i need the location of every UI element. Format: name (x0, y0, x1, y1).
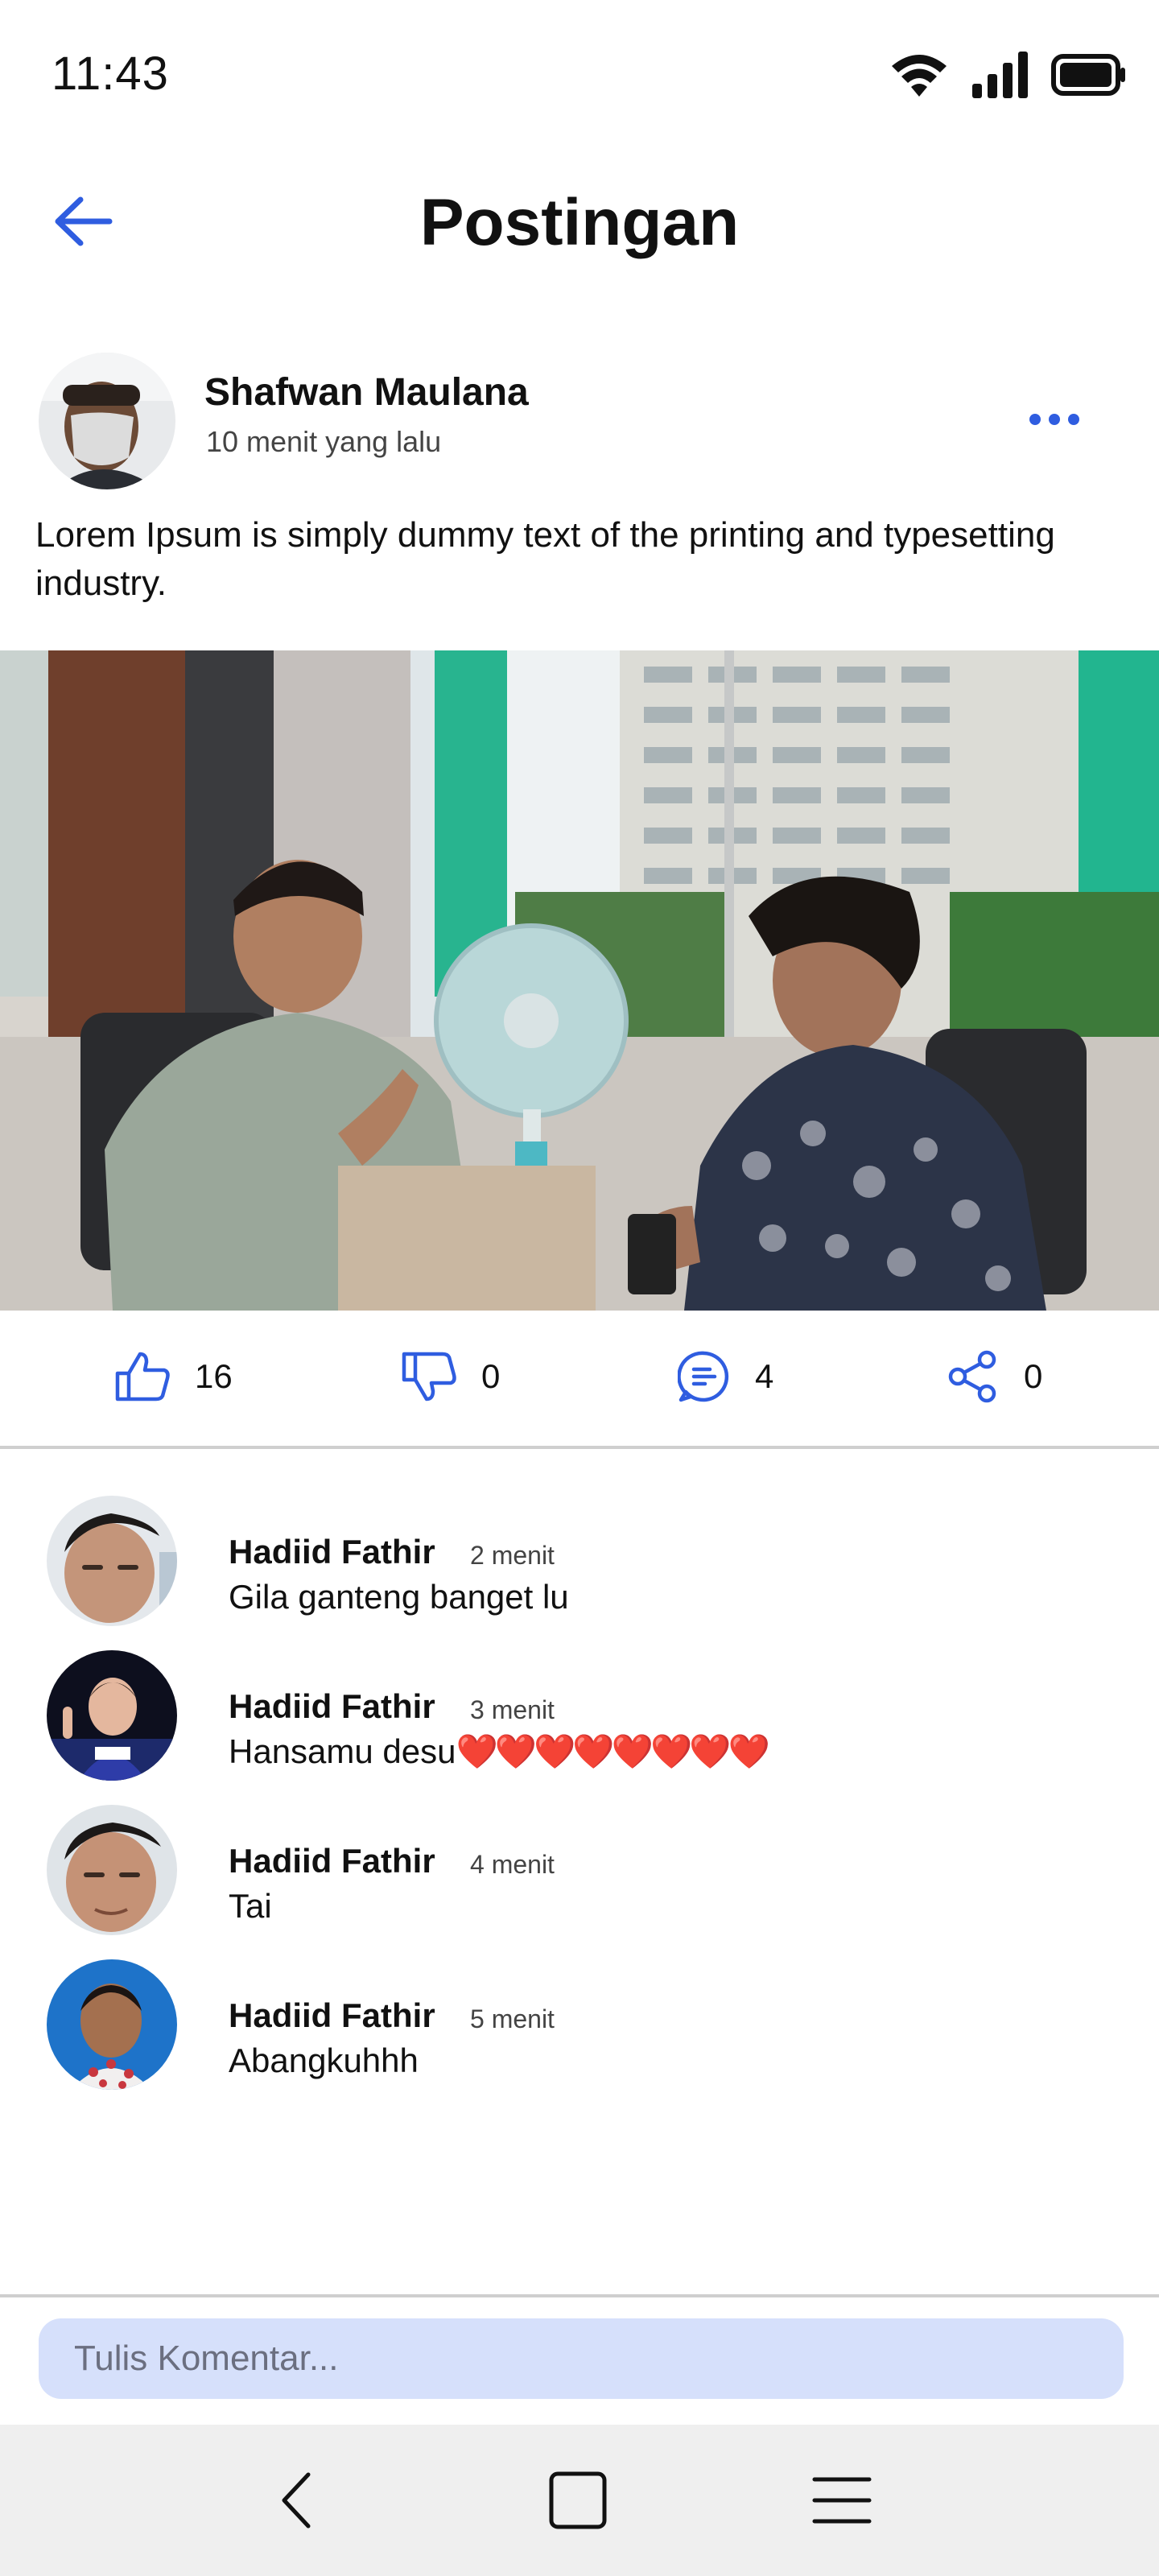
status-icons (889, 47, 1127, 103)
header: Postingan (0, 153, 1159, 290)
comment-text: Abangkuhhh (229, 2041, 419, 2079)
comment-time: 5 menit (470, 2004, 555, 2033)
nav-home-button[interactable] (538, 2460, 618, 2541)
share-icon (948, 1350, 996, 1403)
comment-count: 4 (755, 1357, 774, 1395)
commenter-avatar[interactable] (47, 1650, 177, 1781)
wifi-icon (892, 55, 947, 97)
commenter-avatar[interactable] (47, 1959, 177, 2090)
comment-icon (678, 1351, 729, 1402)
divider (0, 2294, 1159, 2297)
commenter-avatar[interactable] (47, 1805, 177, 1935)
comment-item: Hadiid Fathir 4 menit Tai (0, 1797, 1159, 1935)
comment-input-container (39, 2318, 1124, 2399)
system-nav-bar (0, 2425, 1159, 2576)
commenter-name[interactable]: Hadiid Fathir (229, 1533, 435, 1571)
nav-menu-button[interactable] (802, 2460, 882, 2541)
dislike-button[interactable]: 0 (401, 1344, 500, 1409)
comment-text: Hansamu desu❤️❤️❤️❤️❤️❤️❤️❤️ (229, 1732, 770, 1770)
comment-button[interactable]: 4 (678, 1344, 773, 1409)
comment-input[interactable] (74, 2339, 1124, 2379)
comment-item: Hadiid Fathir 2 menit Gila ganteng bange… (0, 1488, 1159, 1626)
home-square-icon (549, 2471, 607, 2529)
comment-time: 2 menit (470, 1541, 555, 1570)
more-horizontal-icon (1029, 414, 1041, 425)
back-nav-icon (282, 2472, 311, 2529)
commenter-avatar[interactable] (47, 1496, 177, 1626)
post-text: Lorem Ipsum is simply dummy text of the … (35, 515, 1055, 603)
nav-back-button[interactable] (256, 2460, 336, 2541)
commenter-name[interactable]: Hadiid Fathir (229, 1687, 435, 1726)
status-time: 11:43 (52, 47, 169, 100)
dislike-count: 0 (481, 1357, 501, 1395)
comment-text: Tai (229, 1887, 272, 1925)
comment-text: Gila ganteng banget lu (229, 1578, 569, 1616)
action-bar: 16 0 4 0 (0, 1311, 1159, 1446)
battery-icon (1051, 54, 1125, 96)
like-count: 16 (195, 1357, 233, 1395)
menu-icon (812, 2477, 872, 2524)
like-button[interactable]: 16 (114, 1344, 233, 1409)
page-title: Postingan (419, 186, 740, 259)
more-options-button[interactable] (1014, 399, 1095, 440)
comment-time: 4 menit (470, 1850, 555, 1879)
signal-icon (972, 52, 1028, 98)
post-time: 10 menit yang lalu (206, 425, 442, 458)
share-count: 0 (1024, 1357, 1043, 1395)
author-name[interactable]: Shafwan Maulana (204, 370, 529, 415)
comment-item: Hadiid Fathir 3 menit Hansamu desu❤️❤️❤️… (0, 1642, 1159, 1781)
commenter-name[interactable]: Hadiid Fathir (229, 1842, 435, 1880)
post-image[interactable] (0, 650, 1159, 1311)
comment-time: 3 menit (470, 1695, 555, 1724)
thumbs-up-icon (115, 1352, 170, 1402)
status-bar: 11:43 (0, 0, 1159, 153)
divider (0, 1446, 1159, 1449)
post-author: Shafwan Maulana 10 menit yang lalu (0, 346, 1159, 491)
author-avatar[interactable] (39, 353, 175, 489)
share-button[interactable]: 0 (947, 1344, 1042, 1409)
thumbs-down-icon (402, 1352, 456, 1402)
comment-item: Hadiid Fathir 5 menit Abangkuhhh (0, 1951, 1159, 2090)
commenter-name[interactable]: Hadiid Fathir (229, 1996, 435, 2035)
